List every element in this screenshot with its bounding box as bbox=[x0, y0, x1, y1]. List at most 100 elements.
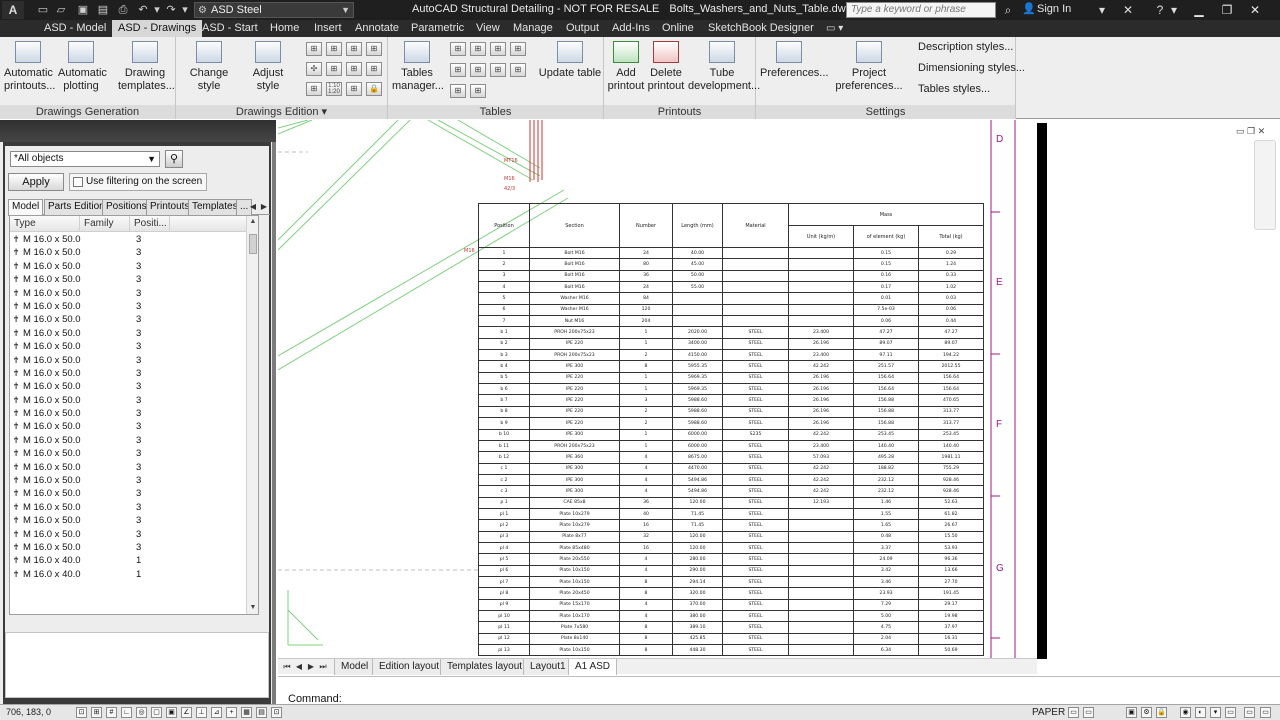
column-type[interactable]: Type bbox=[10, 216, 80, 232]
description-styles-button[interactable]: Description styles... bbox=[918, 41, 1013, 53]
previous-tab-icon[interactable]: ◀ bbox=[294, 661, 304, 673]
viewport-restore-icon[interactable]: ❐ bbox=[1247, 126, 1255, 136]
tables-manager-button[interactable]: Tables manager... bbox=[392, 41, 444, 93]
edition-tool-7-icon[interactable]: ⊞ bbox=[346, 62, 362, 76]
tab-output[interactable]: Output bbox=[560, 20, 605, 37]
close-button[interactable]: ✕ bbox=[1242, 0, 1268, 20]
edition-tool-5-icon[interactable]: ✣ bbox=[306, 62, 322, 76]
status-menu-icon[interactable]: ▾ bbox=[1210, 707, 1221, 718]
list-item[interactable]: Ϯ M 16.0 x 50.0 3 bbox=[10, 354, 246, 367]
tab-parametric[interactable]: Parametric bbox=[405, 20, 470, 37]
lock-icon[interactable]: 🔒 bbox=[1156, 707, 1167, 718]
apply-button[interactable]: Apply bbox=[8, 173, 64, 191]
3d-osnap-icon[interactable]: ▣ bbox=[166, 707, 177, 718]
edition-tool-4-icon[interactable]: ⊞ bbox=[366, 42, 382, 56]
save-icon[interactable]: ▣ bbox=[76, 3, 90, 17]
tab-home[interactable]: Home bbox=[264, 20, 305, 37]
otrack-icon[interactable]: ∠ bbox=[181, 707, 192, 718]
quick-view-drawings-icon[interactable]: ▭ bbox=[1083, 707, 1094, 718]
edition-tool-10-icon[interactable]: ⊞ bbox=[346, 82, 362, 96]
list-item[interactable]: Ϯ M 16.0 x 50.0 3 bbox=[10, 474, 246, 487]
layout-tab-layout1[interactable]: Layout1 bbox=[523, 659, 573, 675]
tab-manage[interactable]: Manage bbox=[507, 20, 559, 37]
search-icon[interactable]: ⌕ bbox=[1000, 2, 1016, 18]
table-tool-2-icon[interactable]: ⊞ bbox=[470, 42, 486, 56]
tab-asd-drawings[interactable]: ASD - Drawings bbox=[112, 20, 203, 37]
tab-positions[interactable]: Positions bbox=[102, 199, 151, 215]
list-item[interactable]: Ϯ M 16.0 x 50.0 3 bbox=[10, 287, 246, 300]
list-item[interactable]: Ϯ M 16.0 x 50.0 3 bbox=[10, 260, 246, 273]
column-position[interactable]: Positi... bbox=[130, 216, 170, 232]
plot-icon[interactable]: ⎙ bbox=[116, 3, 130, 17]
list-item[interactable]: Ϯ M 16.0 x 50.0 3 bbox=[10, 300, 246, 313]
tab-view[interactable]: View bbox=[470, 20, 506, 37]
list-item[interactable]: Ϯ M 16.0 x 40.0 1 bbox=[10, 568, 246, 581]
preferences-button[interactable]: Preferences... bbox=[760, 41, 828, 80]
table-tool-7-icon[interactable]: ⊞ bbox=[490, 63, 506, 77]
next-tab-icon[interactable]: ▶ bbox=[306, 661, 316, 673]
saveas-icon[interactable]: ▤ bbox=[96, 3, 110, 17]
tab-add-ins[interactable]: Add-Ins bbox=[606, 20, 656, 37]
edition-tool-2-icon[interactable]: ⊞ bbox=[326, 42, 342, 56]
selection-cycling-icon[interactable]: ⊡ bbox=[271, 707, 282, 718]
change-style-button[interactable]: Change style bbox=[180, 41, 238, 93]
list-item[interactable]: Ϯ M 16.0 x 50.0 3 bbox=[10, 327, 246, 340]
list-item[interactable]: Ϯ M 16.0 x 50.0 3 bbox=[10, 434, 246, 447]
table-tool-6-icon[interactable]: ⊞ bbox=[470, 63, 486, 77]
clean-screen-icon[interactable]: ▭ bbox=[1225, 707, 1236, 718]
layout-tab-edition-layout[interactable]: Edition layout bbox=[372, 659, 447, 675]
tab-templates[interactable]: Templates bbox=[188, 199, 242, 215]
dimensioning-styles-button[interactable]: Dimensioning styles... bbox=[918, 62, 1025, 74]
automatic-plotting-button[interactable]: Automatic plotting bbox=[58, 41, 107, 93]
list-item[interactable]: Ϯ M 16.0 x 50.0 3 bbox=[10, 394, 246, 407]
project-preferences-button[interactable]: Project preferences... bbox=[822, 41, 916, 93]
transparency-icon[interactable]: ▦ bbox=[241, 707, 252, 718]
list-item[interactable]: Ϯ M 16.0 x 50.0 3 bbox=[10, 447, 246, 460]
tab-sketchbook-designer[interactable]: SketchBook Designer bbox=[702, 20, 820, 37]
update-table-button[interactable]: Update table bbox=[538, 41, 602, 80]
list-item[interactable]: Ϯ M 16.0 x 50.0 3 bbox=[10, 514, 246, 527]
last-tab-icon[interactable]: ⏭ bbox=[318, 661, 328, 673]
tab-online[interactable]: Online bbox=[656, 20, 700, 37]
edition-tool-1-icon[interactable]: ⊞ bbox=[306, 42, 322, 56]
infer-constraints-icon[interactable]: ⊡ bbox=[76, 707, 87, 718]
workspace-select[interactable]: ⚙ ASD Steel ▼ bbox=[194, 2, 354, 18]
ducs-icon[interactable]: ⊥ bbox=[196, 707, 207, 718]
edition-tool-3-icon[interactable]: ⊞ bbox=[346, 42, 362, 56]
open-icon[interactable]: ▱ bbox=[54, 3, 68, 17]
palette-title-bar[interactable] bbox=[0, 120, 276, 142]
list-item[interactable]: Ϯ M 16.0 x 50.0 3 bbox=[10, 528, 246, 541]
table-tool-3-icon[interactable]: ⊞ bbox=[490, 42, 506, 56]
use-filtering-checkbox[interactable]: Use filtering on the screen bbox=[69, 173, 207, 191]
tab-annotate[interactable]: Annotate bbox=[349, 20, 405, 37]
list-item[interactable]: Ϯ M 16.0 x 50.0 3 bbox=[10, 273, 246, 286]
tab-scroll-right-icon[interactable]: ▶ bbox=[259, 199, 269, 215]
tab-model[interactable]: Model bbox=[8, 199, 44, 216]
column-family[interactable]: Family bbox=[80, 216, 130, 232]
list-scrollbar[interactable]: ▲ ▼ bbox=[246, 216, 258, 614]
layout-tab-model[interactable]: Model bbox=[334, 659, 376, 675]
palette-side-strip[interactable] bbox=[272, 142, 276, 704]
list-item[interactable]: Ϯ M 16.0 x 50.0 3 bbox=[10, 313, 246, 326]
quick-view-layouts-icon[interactable]: ▭ bbox=[1068, 707, 1079, 718]
list-item[interactable]: Ϯ M 16.0 x 50.0 3 bbox=[10, 487, 246, 500]
table-tool-10-icon[interactable]: ⊞ bbox=[470, 84, 486, 98]
filter-icon[interactable]: ⚲ bbox=[165, 150, 183, 168]
edition-tool-9-icon[interactable]: ⊞ bbox=[306, 82, 322, 96]
table-tool-9-icon[interactable]: ⊞ bbox=[450, 84, 466, 98]
list-item[interactable]: Ϯ M 16.0 x 50.0 3 bbox=[10, 501, 246, 514]
adjust-style-button[interactable]: Adjust style bbox=[240, 41, 296, 93]
delete-printout-button[interactable]: Delete printout bbox=[646, 41, 686, 93]
table-tool-5-icon[interactable]: ⊞ bbox=[450, 63, 466, 77]
tube-development-button[interactable]: Tube development... bbox=[688, 41, 760, 93]
paper-space-toggle[interactable]: PAPER bbox=[1032, 707, 1065, 718]
app-menu-button[interactable]: A bbox=[2, 1, 24, 19]
add-printout-button[interactable]: Add printout bbox=[606, 41, 646, 93]
hardware-acceleration-icon[interactable]: ◉ bbox=[1180, 707, 1191, 718]
maximize-button[interactable]: ❐ bbox=[1214, 0, 1240, 20]
lineweight-icon[interactable]: + bbox=[226, 707, 237, 718]
undo-dropdown-icon[interactable]: ▾ bbox=[150, 3, 164, 17]
layout-tab-templates-layout[interactable]: Templates layout bbox=[440, 659, 530, 675]
list-item[interactable]: Ϯ M 16.0 x 50.0 3 bbox=[10, 541, 246, 554]
ribbon-options-icon[interactable]: ▭ ▾ bbox=[826, 23, 843, 34]
